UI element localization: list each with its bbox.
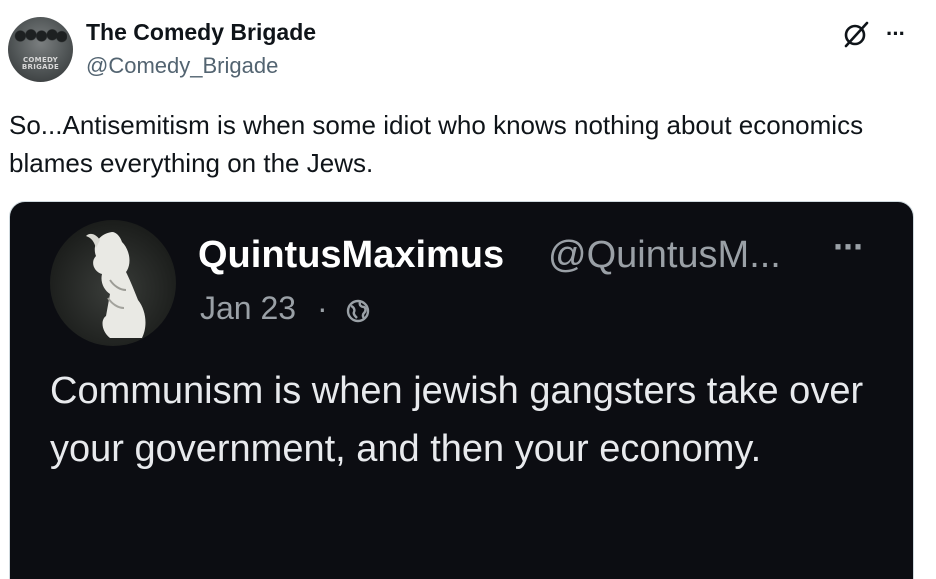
quoted-display-name: QuintusMaximus — [198, 234, 505, 276]
tweet-text: So...Antisemitism is when some idiot who… — [9, 110, 864, 178]
tweet: COMEDY BRIGADE The Comedy Brigade @Comed… — [0, 0, 936, 579]
quoted-more-icon: ··· — [833, 226, 865, 267]
avatar-logo-line2: BRIGADE — [21, 63, 60, 71]
tweet-media-image[interactable]: QuintusMaximus @QuintusM... ··· Jan 23 ·… — [9, 201, 914, 579]
statue-icon — [86, 232, 146, 338]
more-icon[interactable]: ··· — [886, 21, 906, 47]
avatar-group-photo — [14, 27, 67, 57]
quoted-avatar — [50, 220, 176, 346]
quoted-date: Jan 23 — [200, 290, 297, 326]
quoted-text: Communism is when jewish gangsters take … — [50, 370, 864, 470]
globe-icon — [346, 299, 370, 323]
quoted-handle: @QuintusM... — [548, 234, 781, 276]
author-display-name[interactable]: The Comedy Brigade — [86, 19, 316, 46]
author-handle[interactable]: @Comedy_Brigade — [86, 53, 278, 79]
quoted-date-separator: · — [317, 290, 328, 326]
grok-icon[interactable] — [841, 19, 871, 49]
avatar-logo-text: COMEDY BRIGADE — [8, 57, 73, 71]
avatar[interactable]: COMEDY BRIGADE — [8, 17, 73, 82]
